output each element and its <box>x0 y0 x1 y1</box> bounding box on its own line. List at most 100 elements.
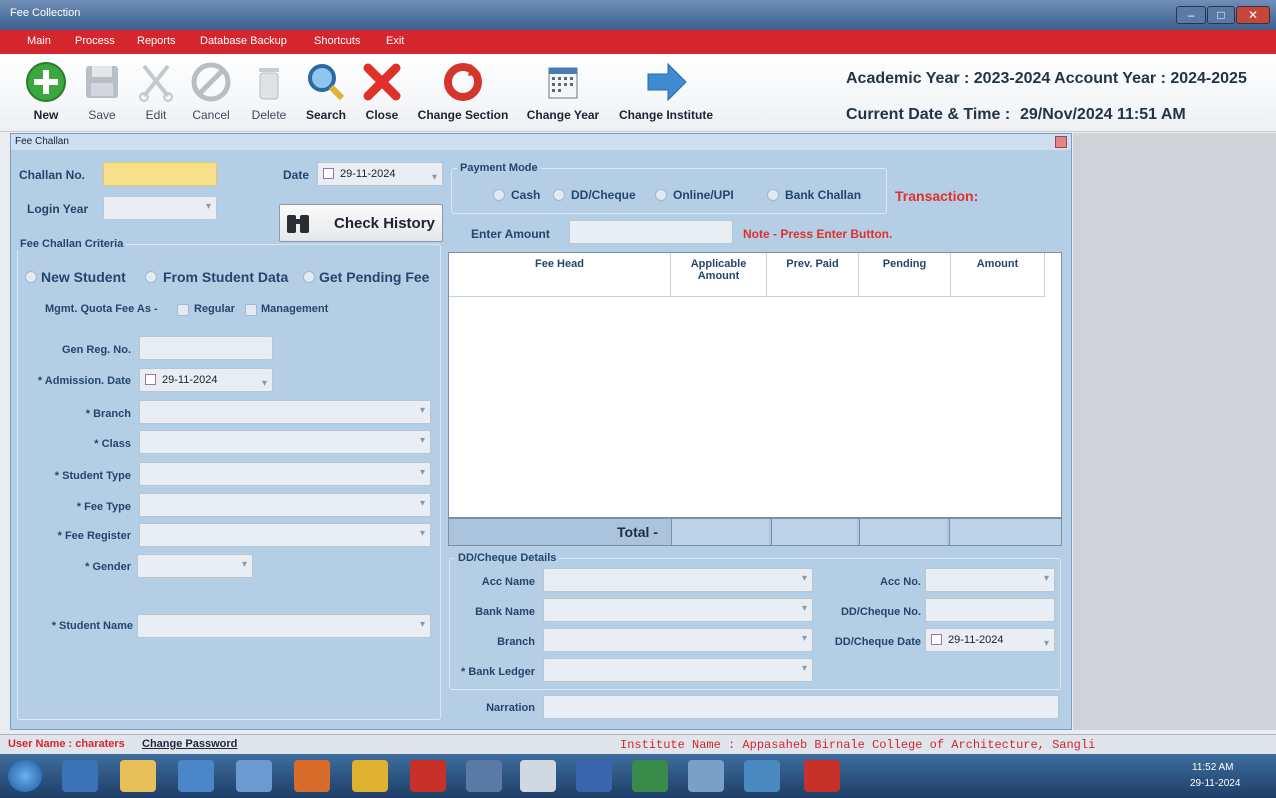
dd-cheque-date-value: 29-11-2024 <box>948 634 1004 646</box>
media-player-icon[interactable] <box>178 760 214 792</box>
cancel-button[interactable]: Cancel <box>186 60 236 130</box>
check-history-button[interactable]: Check History <box>279 204 443 242</box>
student-type-select[interactable] <box>139 462 431 486</box>
app-icon[interactable] <box>466 760 502 792</box>
online-upi-radio[interactable] <box>655 189 667 201</box>
login-year-select[interactable] <box>103 196 217 220</box>
minimize-button[interactable]: – <box>1176 6 1206 24</box>
panel-close-icon[interactable] <box>1055 136 1067 148</box>
bank-ledger-select[interactable] <box>543 658 813 682</box>
gender-label: * Gender <box>85 561 131 573</box>
fee-grid[interactable]: Fee Head Applicable Amount Prev. Paid Pe… <box>448 252 1062 518</box>
narration-input[interactable] <box>543 695 1059 719</box>
dd-cheque-no-label: DD/Cheque No. <box>840 606 921 618</box>
acc-name-select[interactable] <box>543 568 813 592</box>
change-institute-button[interactable]: Change Institute <box>616 60 716 130</box>
year-info: Academic Year : 2023-2024 Account Year :… <box>846 70 1247 87</box>
dd-cheque-no-input[interactable] <box>925 598 1055 622</box>
dd-cheque-radio[interactable] <box>553 189 565 201</box>
bank-challan-label: Bank Challan <box>785 188 862 202</box>
bank-challan-radio[interactable] <box>767 189 779 201</box>
dd-branch-select[interactable] <box>543 628 813 652</box>
pending-fee-label: Get Pending Fee <box>319 269 430 285</box>
branch-select[interactable] <box>139 400 431 424</box>
edit-button[interactable]: Edit <box>134 60 178 130</box>
date-checkbox[interactable] <box>323 168 334 179</box>
col-applicable-amount[interactable]: Applicable Amount <box>671 253 767 297</box>
admission-date-checkbox[interactable] <box>145 374 156 385</box>
total-applicable <box>671 519 769 545</box>
cash-label: Cash <box>511 188 541 202</box>
change-institute-label: Change Institute <box>618 108 713 122</box>
menu-exit[interactable]: Exit <box>386 35 404 47</box>
acc-no-select[interactable] <box>925 568 1055 592</box>
management-label: Management <box>261 303 329 315</box>
firefox-icon[interactable] <box>294 760 330 792</box>
from-student-radio[interactable] <box>145 271 157 283</box>
fee-type-select[interactable] <box>139 493 431 517</box>
dd-cheque-date-picker[interactable]: 29-11-2024 <box>925 628 1055 655</box>
student-type-label: * Student Type <box>54 470 131 482</box>
col-prev-paid[interactable]: Prev. Paid <box>767 253 859 297</box>
floppy-disk-icon <box>86 66 118 98</box>
student-name-label: * Student Name <box>51 620 133 632</box>
fee-app-icon[interactable] <box>804 760 840 792</box>
new-student-radio[interactable] <box>25 271 37 283</box>
bank-name-select[interactable] <box>543 598 813 622</box>
menu-process[interactable]: Process <box>75 35 115 47</box>
change-password-link[interactable]: Change Password <box>142 738 237 750</box>
chrome-icon[interactable] <box>352 760 388 792</box>
window-title: Fee Collection <box>10 7 81 19</box>
col-pending[interactable]: Pending <box>859 253 951 297</box>
fee-register-select[interactable] <box>139 523 431 547</box>
change-year-button[interactable]: Change Year <box>524 60 602 130</box>
title-bar: Fee Collection – □ ✕ <box>0 0 1276 30</box>
admission-date-picker[interactable]: 29-11-2024 <box>139 368 273 395</box>
start-orb-icon[interactable] <box>8 760 42 792</box>
cash-radio[interactable] <box>493 189 505 201</box>
close-button[interactable]: Close <box>358 60 406 130</box>
transaction-label: Transaction: <box>895 188 979 204</box>
excel-icon[interactable] <box>632 760 668 792</box>
maximize-button[interactable]: □ <box>1207 6 1235 24</box>
folder-icon[interactable] <box>120 760 156 792</box>
word-icon[interactable] <box>576 760 612 792</box>
pdf-icon[interactable] <box>410 760 446 792</box>
acc-name-label: Acc Name <box>481 576 535 588</box>
save-button[interactable]: Save <box>78 60 126 130</box>
date-value: 29-11-2024 <box>340 168 396 180</box>
menu-database-backup[interactable]: Database Backup <box>200 35 287 47</box>
gender-select[interactable] <box>137 554 253 578</box>
col-fee-head[interactable]: Fee Head <box>449 253 671 297</box>
regular-checkbox[interactable] <box>177 304 189 316</box>
clock-time[interactable]: 11:52 AM <box>1192 762 1234 773</box>
change-section-button[interactable]: Change Section <box>416 60 510 130</box>
menu-reports[interactable]: Reports <box>137 35 176 47</box>
menu-shortcuts[interactable]: Shortcuts <box>314 35 360 47</box>
total-pending <box>859 519 947 545</box>
pending-fee-radio[interactable] <box>303 271 315 283</box>
gen-reg-no-input[interactable] <box>139 336 273 360</box>
class-select[interactable] <box>139 430 431 454</box>
new-button[interactable]: New <box>22 60 70 130</box>
login-year-label: Login Year <box>27 202 89 216</box>
management-checkbox[interactable] <box>245 304 257 316</box>
document-icon[interactable] <box>236 760 272 792</box>
close-window-button[interactable]: ✕ <box>1236 6 1270 24</box>
date-picker[interactable]: 29-11-2024 <box>317 162 443 189</box>
enter-amount-label: Enter Amount <box>471 227 550 241</box>
enter-amount-input[interactable] <box>569 220 733 244</box>
clock-date[interactable]: 29-11-2024 <box>1190 778 1240 789</box>
picture-icon[interactable] <box>744 760 780 792</box>
search-button[interactable]: Search <box>302 60 350 130</box>
calendar-app-icon[interactable] <box>520 760 556 792</box>
student-name-select[interactable] <box>137 614 431 638</box>
total-amount <box>949 519 1061 545</box>
internet-explorer-icon[interactable] <box>62 760 98 792</box>
delete-button[interactable]: Delete <box>244 60 294 130</box>
menu-main[interactable]: Main <box>27 35 51 47</box>
paint-icon[interactable] <box>688 760 724 792</box>
col-amount[interactable]: Amount <box>951 253 1045 297</box>
challan-no-input[interactable] <box>103 162 217 186</box>
dd-cheque-date-checkbox[interactable] <box>931 634 942 645</box>
